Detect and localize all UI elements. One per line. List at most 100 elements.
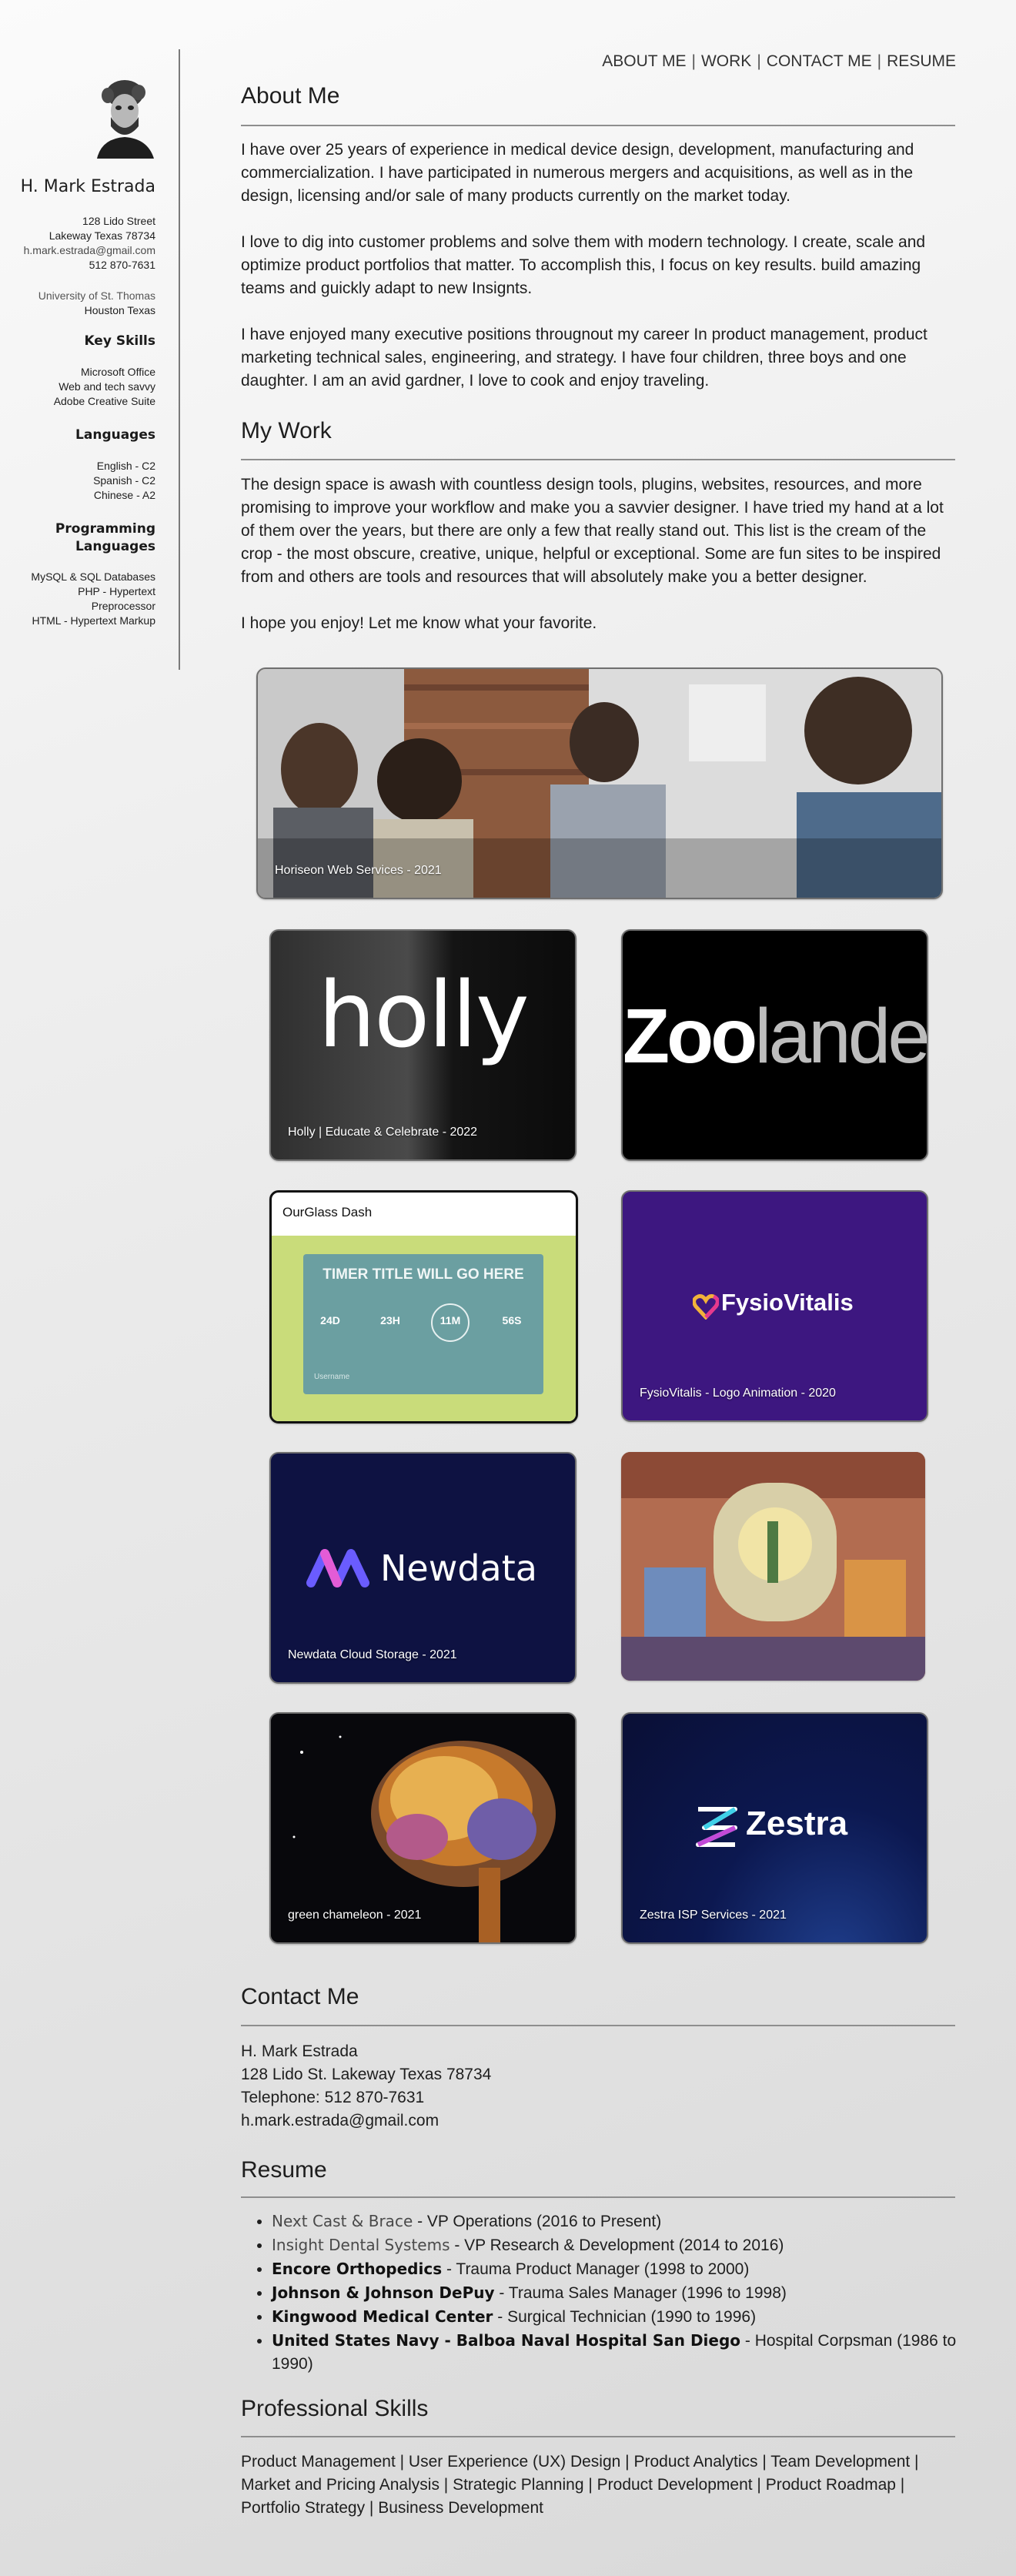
key-skill-item: Adobe Creative Suite xyxy=(53,395,155,407)
language-item: Spanish - C2 xyxy=(93,474,155,487)
sidebar-email-link[interactable]: h.mark.estrada@gmail.com xyxy=(24,243,155,258)
resume-company-link[interactable]: Insight Dental Systems xyxy=(272,2236,450,2254)
timer-hours: 23H xyxy=(380,1314,400,1326)
newdata-logo-icon xyxy=(306,1549,369,1587)
zoolander-logo-part: Zoo xyxy=(623,993,757,1079)
key-skill-item: Microsoft Office xyxy=(81,366,155,378)
project-card-newdata[interactable]: Newdata Newdata Cloud Storage - 2021 xyxy=(269,1452,577,1684)
ourglass-title: OurGlass Dash xyxy=(282,1205,373,1219)
contact-phone: Telephone: 512 870-7631 xyxy=(241,2089,425,2106)
languages-heading: Languages xyxy=(75,427,155,443)
about-paragraph: I have over 25 years of experience in me… xyxy=(241,141,914,205)
key-skills-heading: Key Skills xyxy=(84,333,155,349)
contact-title: Contact Me xyxy=(241,1984,359,2009)
timer-days: 24D xyxy=(320,1314,340,1326)
about-paragraph: I have enjoyed many executive positions … xyxy=(241,326,927,390)
resume-role: - Trauma Product Manager (1998 to 2000) xyxy=(442,2260,750,2278)
resume-item: United States Navy - Balboa Naval Hospit… xyxy=(272,2329,986,2376)
resume-company-link[interactable]: Encore Orthopedics xyxy=(272,2260,442,2278)
programming-list: MySQL & SQL Databases PHP - Hypertext Pr… xyxy=(31,570,155,628)
project-caption: Horiseon Web Services - 2021 xyxy=(275,864,442,877)
top-nav: ABOUT ME | WORK | CONTACT ME | RESUME xyxy=(602,52,956,71)
programming-heading-line: Languages xyxy=(75,539,155,554)
project-caption: FysioVitalis - Logo Animation - 2020 xyxy=(640,1387,836,1400)
sidebar-address-line: Lakeway Texas 78734 xyxy=(48,229,155,242)
languages-list: English - C2 Spanish - C2 Chinese - A2 xyxy=(93,459,155,503)
resume-divider xyxy=(241,2196,955,2198)
fysiovitalis-logo: FysioVitalis xyxy=(721,1289,854,1316)
programming-item: HTML - Hypertext Markup xyxy=(32,614,155,627)
project-card-holly[interactable]: holly Holly | Educate & Celebrate - 2022 xyxy=(269,929,577,1161)
project-card-ourglass[interactable]: OurGlass Dash TIMER TITLE WILL GO HERE 2… xyxy=(269,1190,578,1423)
zestra-logo: Zestra xyxy=(746,1805,848,1842)
sidebar-address-line: 128 Lido Street xyxy=(82,215,155,227)
key-skills-list: Microsoft Office Web and tech savvy Adob… xyxy=(54,365,155,409)
newdata-logo: Newdata xyxy=(380,1547,537,1589)
nav-separator: | xyxy=(877,52,882,70)
nav-contact-link[interactable]: CONTACT ME xyxy=(767,52,872,70)
language-item: Chinese - A2 xyxy=(93,489,155,501)
nav-separator: | xyxy=(691,52,696,70)
timer-title: TIMER TITLE WILL GO HERE xyxy=(323,1266,524,1283)
skills-title: Professional Skills xyxy=(241,2396,429,2421)
resume-role: - Surgical Technician (1990 to 1996) xyxy=(493,2308,757,2326)
resume-company-link[interactable]: United States Navy - Balboa Naval Hospit… xyxy=(272,2331,740,2350)
resume-company-link[interactable]: Johnson & Johnson DePuy xyxy=(272,2283,495,2302)
sidebar-contact: 128 Lido Street Lakeway Texas 78734 h.ma… xyxy=(24,214,155,273)
project-card-zoolander[interactable]: Zoolander xyxy=(621,929,928,1161)
resume-company-link[interactable]: Kingwood Medical Center xyxy=(272,2307,493,2326)
resume-company-link[interactable]: Next Cast & Brace xyxy=(272,2212,413,2230)
key-skill-item: Web and tech savvy xyxy=(58,380,155,393)
skills-text: Product Management | User Experience (UX… xyxy=(241,2453,919,2517)
sidebar-phone: 512 870-7631 xyxy=(89,259,155,271)
language-item: English - C2 xyxy=(96,460,155,472)
resume-title: Resume xyxy=(241,2157,327,2183)
sidebar-school: University of St. Thomas xyxy=(38,289,155,302)
nav-about-link[interactable]: ABOUT ME xyxy=(602,52,686,70)
nav-work-link[interactable]: WORK xyxy=(701,52,751,70)
timer-panel: TIMER TITLE WILL GO HERE 24D 23H 11M 56S… xyxy=(303,1254,543,1394)
avatar xyxy=(97,80,154,159)
project-card-zestra[interactable]: Zestra Zestra ISP Services - 2021 xyxy=(621,1712,928,1944)
project-caption: Holly | Educate & Celebrate - 2022 xyxy=(288,1126,478,1139)
nav-resume-link[interactable]: RESUME xyxy=(887,52,956,70)
project-card-illustration[interactable] xyxy=(621,1452,925,1681)
sidebar-school-city: Houston Texas xyxy=(84,304,155,316)
zestra-logo-icon xyxy=(696,1807,737,1847)
project-card-chameleon[interactable]: green chameleon - 2021 xyxy=(269,1712,577,1944)
nav-separator: | xyxy=(757,52,761,70)
work-paragraph: The design space is awash with countless… xyxy=(241,476,944,586)
project-card-fysiovitalis[interactable]: FysioVitalis FysioVitalis - Logo Animati… xyxy=(621,1190,928,1422)
work-divider xyxy=(241,459,955,460)
sidebar: H. Mark Estrada 128 Lido Street Lakeway … xyxy=(0,49,180,670)
resume-item: Encore Orthopedics - Trauma Product Mana… xyxy=(272,2257,986,2281)
programming-heading-line: Programming xyxy=(55,521,155,537)
programming-item: PHP - Hypertext xyxy=(78,585,155,597)
project-caption: green chameleon - 2021 xyxy=(288,1909,422,1922)
resume-role: - Trauma Sales Manager (1996 to 1998) xyxy=(494,2284,787,2302)
work-title: My Work xyxy=(241,418,332,443)
resume-item: Kingwood Medical Center - Surgical Techn… xyxy=(272,2305,986,2329)
heart-icon xyxy=(693,1294,719,1320)
sidebar-education: University of St. Thomas Houston Texas xyxy=(38,289,155,318)
contact-name: H. Mark Estrada xyxy=(241,2042,358,2060)
timer-seconds: 56S xyxy=(502,1314,522,1326)
holly-logo: holly xyxy=(318,962,529,1068)
skills-divider xyxy=(241,2436,955,2437)
resume-item: Johnson & Johnson DePuy - Trauma Sales M… xyxy=(272,2281,986,2305)
programming-heading: Programming Languages xyxy=(55,520,155,556)
about-divider xyxy=(241,125,955,126)
about-title: About Me xyxy=(241,83,340,109)
resume-item: Insight Dental Systems - VP Research & D… xyxy=(272,2233,986,2257)
resume-list: Next Cast & Brace - VP Operations (2016 … xyxy=(241,2210,986,2376)
zoolander-logo: Zoolander xyxy=(623,992,927,1081)
contact-email-link[interactable]: h.mark.estrada@gmail.com xyxy=(241,2109,955,2133)
programming-item: MySQL & SQL Databases xyxy=(31,570,155,583)
resume-role: - VP Operations (2016 to Present) xyxy=(413,2213,662,2230)
resume-role: - VP Research & Development (2014 to 201… xyxy=(450,2236,784,2254)
project-caption: Zestra ISP Services - 2021 xyxy=(640,1909,787,1922)
programming-item: Preprocessor xyxy=(91,600,155,612)
project-card-horiseon[interactable]: Horiseon Web Services - 2021 xyxy=(256,667,943,899)
timer-username: Username xyxy=(314,1373,350,1381)
timer-minutes: 11M xyxy=(439,1314,461,1326)
